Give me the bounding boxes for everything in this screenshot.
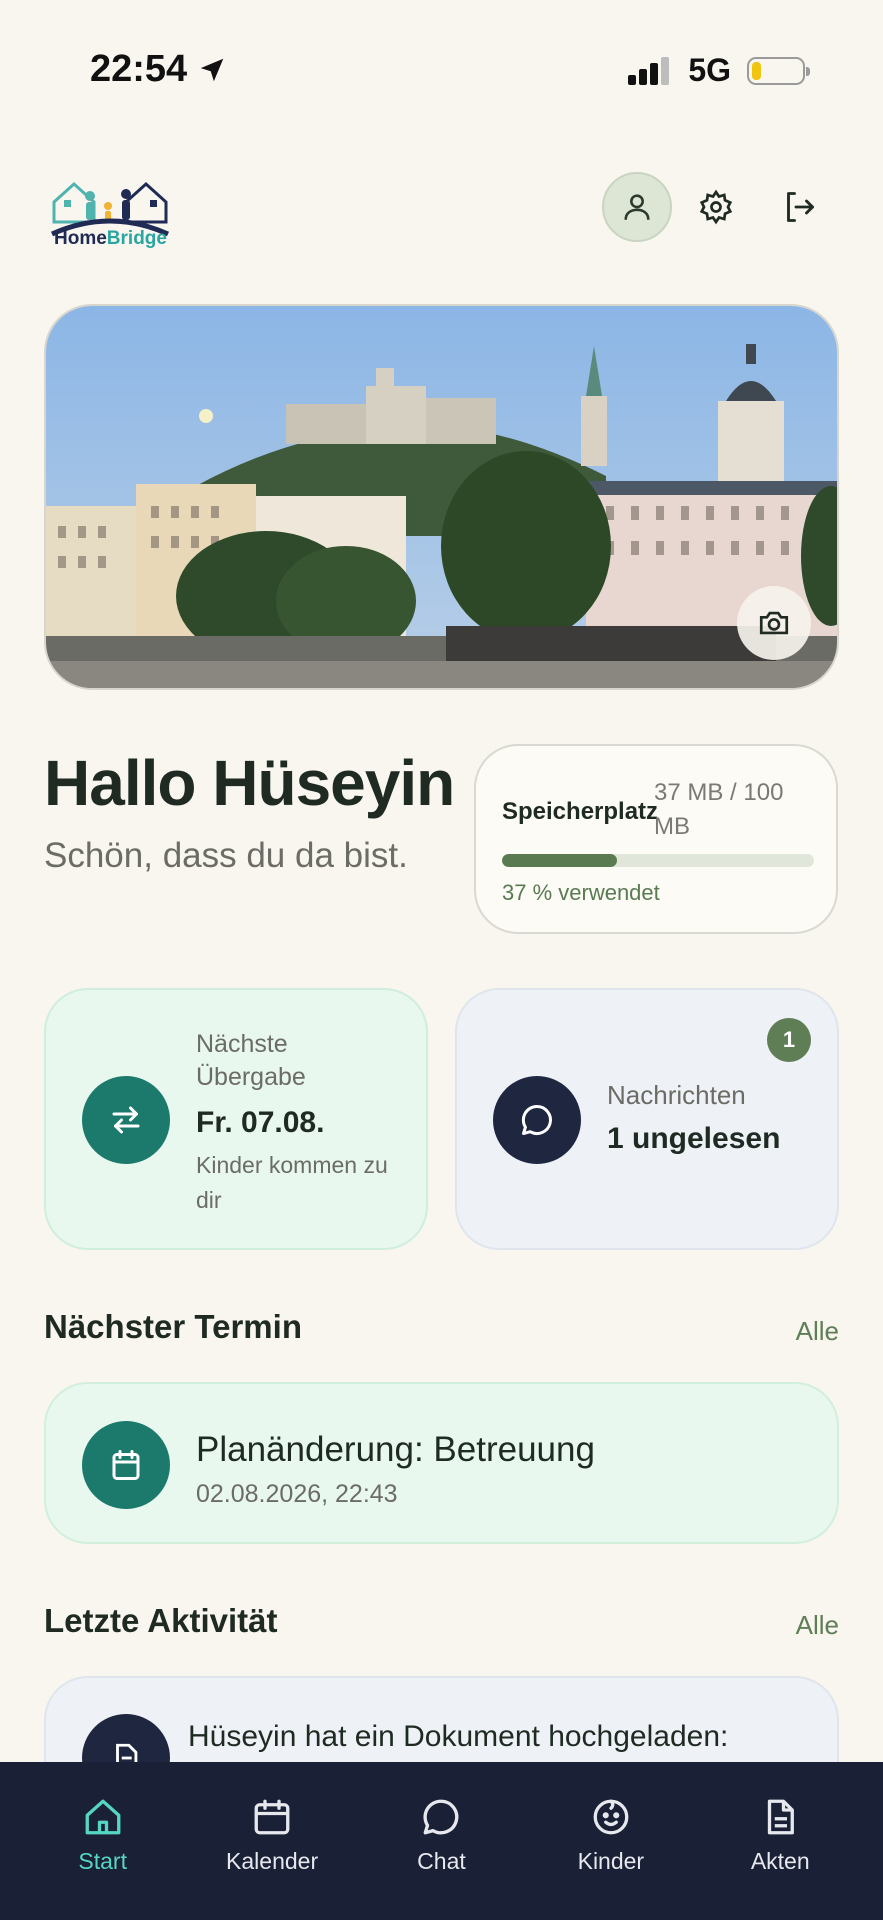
storage-card: Speicherplatz 37 MB / 100 MB 37 % verwen… — [474, 744, 838, 934]
handover-icon-circle — [82, 1076, 170, 1164]
activity-heading: Letzte Aktivität — [44, 1602, 278, 1639]
storage-value: 37 MB / 100 MB — [654, 779, 784, 840]
next-handover-card[interactable]: Nächste Übergabe Fr. 07.08. Kinder komme… — [44, 988, 428, 1250]
status-indicators: 5G — [628, 52, 810, 89]
next-event-card[interactable]: Planänderung: Betreuung 02.08.2026, 22:4… — [44, 1382, 839, 1544]
tab-label: Kinder — [577, 1848, 645, 1874]
storage-progress-fill — [502, 854, 618, 867]
storage-progress-bar — [502, 854, 814, 867]
unread-badge: 1 — [767, 1018, 811, 1062]
tab-chat[interactable]: Chat — [366, 1762, 516, 1920]
home-icon — [85, 1799, 121, 1835]
battery-icon — [747, 56, 810, 85]
greeting-title: Hallo Hüseyin — [44, 747, 455, 819]
hero-photo — [44, 304, 839, 690]
network-type: 5G — [688, 52, 731, 88]
tab-kalender[interactable]: Kalender — [197, 1762, 347, 1920]
messages-label: Nachrichten — [607, 1080, 746, 1110]
chat-bubble-icon — [521, 1104, 552, 1135]
next-event-heading: Nächster Termin — [44, 1308, 302, 1345]
messages-card[interactable]: 1 Nachrichten 1 ungelesen — [455, 988, 839, 1250]
tab-kinder[interactable]: Kinder — [536, 1762, 686, 1920]
tab-start[interactable]: Start — [28, 1762, 178, 1920]
messages-icon-circle — [493, 1076, 581, 1164]
tab-label: Akten — [750, 1848, 810, 1874]
messages-value: 1 ungelesen — [607, 1122, 781, 1155]
logo-wordmark: HomeBridge — [54, 228, 167, 249]
change-photo-button[interactable] — [737, 586, 811, 660]
tab-label: Kalender — [226, 1848, 319, 1874]
calendar-icon — [112, 1450, 140, 1480]
city-photo-illustration — [46, 306, 837, 688]
handover-label: Nächste Übergabe — [196, 1030, 306, 1091]
camera-icon — [759, 611, 789, 635]
chat-icon — [423, 1799, 459, 1835]
storage-percent: 37 % verwendet — [502, 880, 660, 905]
signal-icon — [628, 56, 670, 85]
user-icon — [624, 194, 650, 220]
event-datetime: 02.08.2026, 22:43 — [196, 1480, 398, 1508]
greeting-subtitle: Schön, dass du da bist. — [44, 836, 408, 875]
event-icon-circle — [82, 1421, 170, 1509]
handover-note: Kinder kommen zu dir — [196, 1152, 388, 1213]
location-arrow-icon — [200, 58, 224, 81]
event-title: Planänderung: Betreuung — [196, 1430, 595, 1469]
gear-icon — [699, 189, 733, 225]
status-bar: 22:54 5G — [0, 0, 883, 140]
swap-arrows-icon — [112, 1106, 140, 1134]
child-face-icon — [593, 1799, 629, 1835]
next-event-all-link[interactable]: Alle — [796, 1316, 839, 1347]
bottom-tab-bar: Start Kalender Chat Kinder Akten — [0, 1762, 883, 1920]
tab-label: Chat — [417, 1848, 466, 1874]
tab-label: Start — [78, 1848, 127, 1874]
activity-text: Hüseyin hat ein Dokument hochgeladen: — [188, 1720, 729, 1753]
activity-all-link[interactable]: Alle — [796, 1610, 839, 1641]
calendar-icon — [254, 1799, 290, 1835]
tab-akten[interactable]: Akten — [705, 1762, 855, 1920]
handover-date: Fr. 07.08. — [196, 1106, 325, 1139]
settings-button[interactable] — [681, 172, 751, 242]
profile-button[interactable] — [602, 172, 672, 242]
storage-label: Speicherplatz — [502, 798, 659, 825]
logout-icon — [787, 192, 814, 222]
status-time: 22:54 — [90, 48, 227, 91]
logout-button[interactable] — [764, 172, 834, 242]
document-icon — [768, 1799, 795, 1835]
